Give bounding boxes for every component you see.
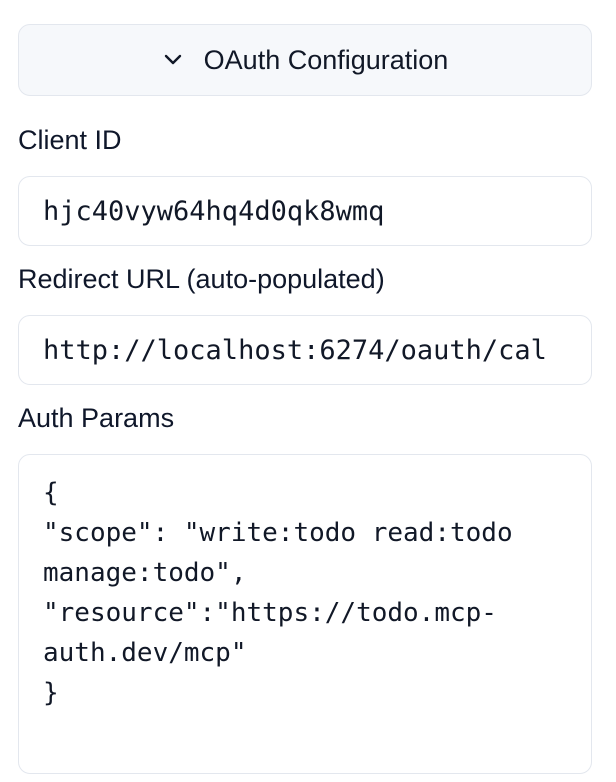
oauth-panel: OAuth Configuration Client ID hjc40vyw64… — [18, 24, 592, 774]
client-id-label: Client ID — [18, 125, 122, 155]
auth-params-line: } — [43, 678, 59, 708]
auth-params-line: "resource":"https://todo.mcp- — [43, 598, 497, 628]
oauth-configuration-toggle[interactable]: OAuth Configuration — [18, 24, 592, 96]
client-id-value: hjc40vyw64hq4d0qk8wmq — [43, 195, 385, 227]
chevron-down-icon — [162, 49, 184, 71]
redirect-url-value: http://localhost:6274/oauth/cal — [43, 334, 547, 366]
auth-params-line: manage:todo", — [43, 558, 247, 588]
auth-params-label: Auth Params — [18, 403, 175, 433]
client-id-input[interactable]: hjc40vyw64hq4d0qk8wmq — [18, 176, 592, 246]
auth-params-line: auth.dev/mcp" — [43, 638, 247, 668]
auth-params-textarea[interactable]: { "scope": "write:todo read:todo manage:to… — [18, 454, 592, 774]
auth-params-line: { — [43, 478, 59, 508]
auth-params-line: "scope": "write:todo read:todo — [43, 518, 513, 548]
resize-handle-icon[interactable] — [571, 753, 587, 769]
redirect-url-label: Redirect URL (auto-populated) — [18, 264, 385, 294]
oauth-configuration-label: OAuth Configuration — [203, 44, 449, 75]
redirect-url-input[interactable]: http://localhost:6274/oauth/cal — [18, 315, 592, 385]
